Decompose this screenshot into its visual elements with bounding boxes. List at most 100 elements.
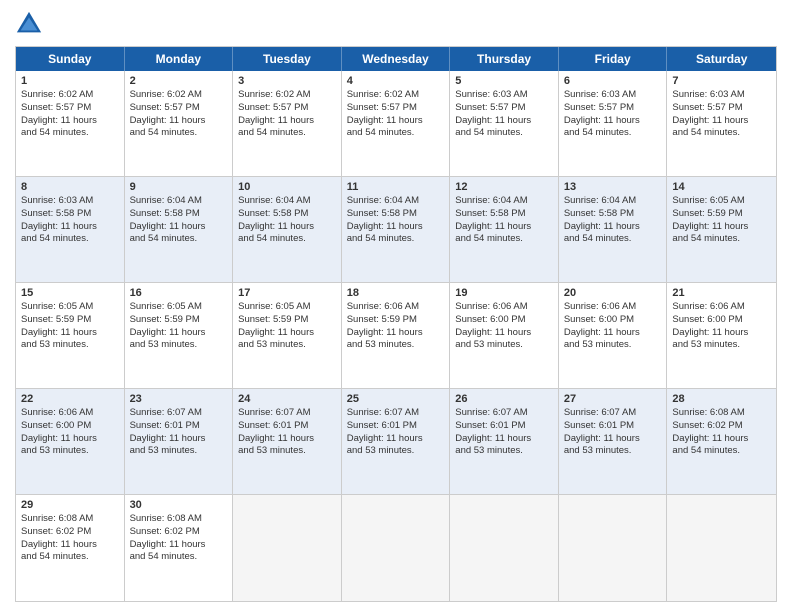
cal-cell-empty-2 xyxy=(233,495,342,601)
day-number: 21 xyxy=(672,287,771,299)
cell-line: Sunset: 6:01 PM xyxy=(238,420,336,433)
cell-line: Daylight: 11 hours xyxy=(21,115,119,128)
cell-line: Daylight: 11 hours xyxy=(672,221,771,234)
cell-line: Sunrise: 6:06 AM xyxy=(564,301,662,314)
cell-line: and 53 minutes. xyxy=(564,339,662,352)
cell-line: Sunrise: 6:08 AM xyxy=(672,407,771,420)
cell-line: and 54 minutes. xyxy=(564,127,662,140)
cell-line: Daylight: 11 hours xyxy=(130,433,228,446)
cal-cell-5: 5Sunrise: 6:03 AMSunset: 5:57 PMDaylight… xyxy=(450,71,559,176)
cell-line: Sunset: 5:58 PM xyxy=(238,208,336,221)
day-number: 6 xyxy=(564,75,662,87)
cell-line: and 54 minutes. xyxy=(130,127,228,140)
cal-cell-23: 23Sunrise: 6:07 AMSunset: 6:01 PMDayligh… xyxy=(125,389,234,494)
cell-line: Daylight: 11 hours xyxy=(130,221,228,234)
cal-cell-7: 7Sunrise: 6:03 AMSunset: 5:57 PMDaylight… xyxy=(667,71,776,176)
cell-line: Daylight: 11 hours xyxy=(455,221,553,234)
cell-line: Daylight: 11 hours xyxy=(672,327,771,340)
day-number: 26 xyxy=(455,393,553,405)
day-number: 16 xyxy=(130,287,228,299)
calendar-row-1: 8Sunrise: 6:03 AMSunset: 5:58 PMDaylight… xyxy=(16,177,776,283)
cell-line: Sunset: 5:58 PM xyxy=(455,208,553,221)
cell-line: Daylight: 11 hours xyxy=(238,327,336,340)
cal-cell-22: 22Sunrise: 6:06 AMSunset: 6:00 PMDayligh… xyxy=(16,389,125,494)
cell-line: and 53 minutes. xyxy=(455,339,553,352)
cell-line: and 53 minutes. xyxy=(21,445,119,458)
cell-line: and 54 minutes. xyxy=(564,233,662,246)
cell-line: and 54 minutes. xyxy=(672,445,771,458)
day-number: 27 xyxy=(564,393,662,405)
header-day-tuesday: Tuesday xyxy=(233,47,342,71)
cell-line: and 54 minutes. xyxy=(347,233,445,246)
cell-line: and 53 minutes. xyxy=(347,339,445,352)
cell-line: Sunrise: 6:07 AM xyxy=(564,407,662,420)
cell-line: Daylight: 11 hours xyxy=(238,433,336,446)
cal-cell-26: 26Sunrise: 6:07 AMSunset: 6:01 PMDayligh… xyxy=(450,389,559,494)
day-number: 13 xyxy=(564,181,662,193)
cal-cell-empty-6 xyxy=(667,495,776,601)
cal-cell-21: 21Sunrise: 6:06 AMSunset: 6:00 PMDayligh… xyxy=(667,283,776,388)
day-number: 29 xyxy=(21,499,119,511)
day-number: 28 xyxy=(672,393,771,405)
cell-line: Daylight: 11 hours xyxy=(564,221,662,234)
cell-line: Daylight: 11 hours xyxy=(347,433,445,446)
cell-line: Sunrise: 6:07 AM xyxy=(238,407,336,420)
header-day-thursday: Thursday xyxy=(450,47,559,71)
cell-line: and 53 minutes. xyxy=(347,445,445,458)
day-number: 11 xyxy=(347,181,445,193)
cell-line: and 53 minutes. xyxy=(455,445,553,458)
cal-cell-4: 4Sunrise: 6:02 AMSunset: 5:57 PMDaylight… xyxy=(342,71,451,176)
cal-cell-27: 27 Sunrise: 6:07 AMSunset: 6:01 PMDayligh… xyxy=(559,389,668,494)
cell-line: Sunrise: 6:05 AM xyxy=(21,301,119,314)
cell-line: and 53 minutes. xyxy=(130,339,228,352)
cell-line: and 53 minutes. xyxy=(564,445,662,458)
cell-line: Daylight: 11 hours xyxy=(564,327,662,340)
cal-cell-3: 3Sunrise: 6:02 AMSunset: 5:57 PMDaylight… xyxy=(233,71,342,176)
day-number: 30 xyxy=(130,499,228,511)
calendar: SundayMondayTuesdayWednesdayThursdayFrid… xyxy=(15,46,777,602)
day-number: 22 xyxy=(21,393,119,405)
day-number: 7 xyxy=(672,75,771,87)
day-number: 10 xyxy=(238,181,336,193)
cell-line: Sunset: 6:00 PM xyxy=(564,314,662,327)
cell-line: and 54 minutes. xyxy=(21,127,119,140)
day-number: 12 xyxy=(455,181,553,193)
cell-line: Sunrise: 6:05 AM xyxy=(238,301,336,314)
cell-line: Sunset: 5:57 PM xyxy=(130,102,228,115)
cell-line: and 54 minutes. xyxy=(238,127,336,140)
day-number: 20 xyxy=(564,287,662,299)
cell-line: Daylight: 11 hours xyxy=(21,327,119,340)
cal-cell-30: 30Sunrise: 6:08 AMSunset: 6:02 PMDayligh… xyxy=(125,495,234,601)
day-number: 2 xyxy=(130,75,228,87)
cell-line: Sunset: 6:01 PM xyxy=(564,420,662,433)
logo xyxy=(15,10,47,38)
calendar-body: 1Sunrise: 6:02 AMSunset: 5:57 PMDaylight… xyxy=(16,71,776,601)
cal-cell-13: 13Sunrise: 6:04 AMSunset: 5:58 PMDayligh… xyxy=(559,177,668,282)
day-number: 19 xyxy=(455,287,553,299)
cell-line: Sunrise: 6:05 AM xyxy=(672,195,771,208)
cell-line: Sunset: 5:58 PM xyxy=(130,208,228,221)
cal-cell-11: 11Sunrise: 6:04 AMSunset: 5:58 PMDayligh… xyxy=(342,177,451,282)
day-number: 18 xyxy=(347,287,445,299)
calendar-row-3: 22Sunrise: 6:06 AMSunset: 6:00 PMDayligh… xyxy=(16,389,776,495)
cal-cell-17: 17Sunrise: 6:05 AMSunset: 5:59 PMDayligh… xyxy=(233,283,342,388)
cell-line: Sunset: 5:59 PM xyxy=(672,208,771,221)
cell-line: Daylight: 11 hours xyxy=(21,433,119,446)
cell-line: Sunrise: 6:06 AM xyxy=(347,301,445,314)
day-number: 5 xyxy=(455,75,553,87)
cal-cell-15: 15Sunrise: 6:05 AMSunset: 5:59 PMDayligh… xyxy=(16,283,125,388)
cal-cell-8: 8Sunrise: 6:03 AMSunset: 5:58 PMDaylight… xyxy=(16,177,125,282)
cell-line: Sunrise: 6:07 AM xyxy=(347,407,445,420)
cell-line: Sunrise: 6:02 AM xyxy=(238,89,336,102)
cell-line: Sunrise: 6:06 AM xyxy=(455,301,553,314)
cell-line: Sunrise: 6:04 AM xyxy=(130,195,228,208)
cell-line: Daylight: 11 hours xyxy=(130,539,228,552)
day-number: 17 xyxy=(238,287,336,299)
cell-line: Sunset: 5:59 PM xyxy=(347,314,445,327)
cell-line: Sunset: 5:58 PM xyxy=(564,208,662,221)
cal-cell-28: 28Sunrise: 6:08 AMSunset: 6:02 PMDayligh… xyxy=(667,389,776,494)
cal-cell-6: 6Sunrise: 6:03 AMSunset: 5:57 PMDaylight… xyxy=(559,71,668,176)
cell-line: Sunset: 6:02 PM xyxy=(672,420,771,433)
cell-line: Sunrise: 6:07 AM xyxy=(130,407,228,420)
cell-line: Daylight: 11 hours xyxy=(564,433,662,446)
